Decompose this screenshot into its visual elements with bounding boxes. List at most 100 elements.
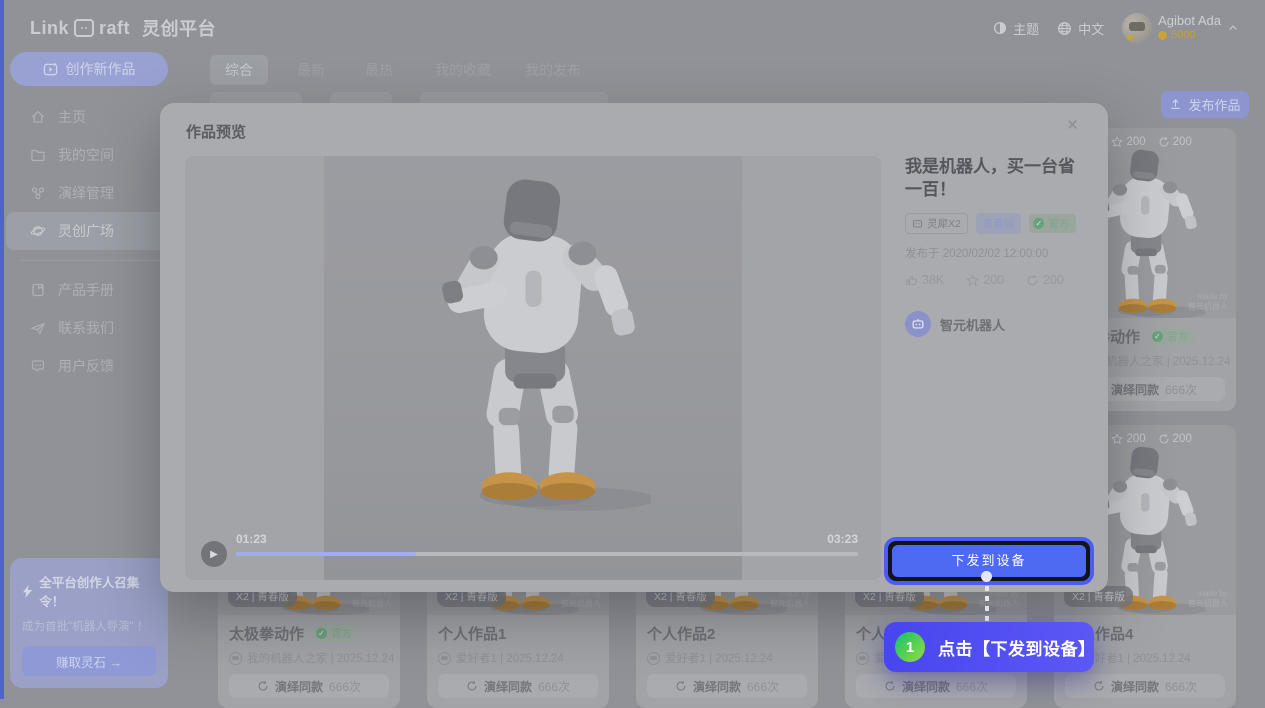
- work-title: 我是机器人，买一台省一百！: [905, 155, 1091, 201]
- card-body: 个人作品1 爱好者1 | 2025.12.24 演绎同款 666次: [427, 615, 609, 708]
- user-avatar: [1122, 13, 1152, 43]
- guide-tooltip: 1 点击【下发到设备】: [884, 622, 1094, 672]
- logo-zh: 灵创平台: [142, 15, 216, 41]
- author-avatar-icon: [438, 652, 451, 665]
- tab-my-published[interactable]: 我的发布: [518, 55, 588, 85]
- work-title: 个人作品2: [647, 623, 715, 644]
- work-author-line: 爱好者1 | 2025.12.24: [647, 650, 807, 666]
- app-header: LinkCraftLinkraft 灵创平台 主题 中文 Agibot Ada …: [4, 0, 1265, 56]
- close-icon[interactable]: ×: [1067, 115, 1078, 137]
- planet-icon: [30, 223, 46, 239]
- user-name: Agibot Ada: [1158, 13, 1221, 28]
- publish-work-button[interactable]: 发布作品: [1161, 91, 1249, 118]
- replay-icon: [1026, 274, 1039, 287]
- progress-fill: [236, 552, 416, 556]
- nodes-icon: [30, 185, 46, 201]
- replay-same-button[interactable]: 演绎同款 666次: [1065, 674, 1225, 698]
- watermark: made by智元机器人: [1188, 292, 1228, 312]
- watermark: made by智元机器人: [352, 589, 392, 609]
- folder-icon: [30, 147, 46, 163]
- progress-bar[interactable]: [236, 552, 858, 556]
- robot-tag-icon: [912, 218, 923, 229]
- modal-title: 作品预览: [186, 121, 246, 142]
- home-icon: [30, 109, 46, 125]
- tab-all[interactable]: 综合: [210, 55, 268, 85]
- sidebar-item-product-manual[interactable]: 产品手册: [6, 271, 168, 309]
- replay-same-button[interactable]: 演绎同款 666次: [856, 674, 1016, 698]
- sidebar-item-contact-us[interactable]: 联系我们: [6, 309, 168, 347]
- watermark: made by智元机器人: [561, 589, 601, 609]
- work-title: 太极拳动作: [229, 623, 304, 644]
- sidebar-item-home[interactable]: 主页: [6, 98, 168, 136]
- work-author-line: 爱好者1 | 2025.12.24: [438, 650, 598, 666]
- share-stat[interactable]: 200: [1026, 273, 1064, 287]
- official-badge: ✓官方: [312, 624, 360, 643]
- check-icon: ✓: [1033, 218, 1044, 229]
- sidebar-item-feedback[interactable]: 用户反馈: [6, 347, 168, 385]
- star-icon: [966, 274, 979, 287]
- replay-same-button[interactable]: 演绎同款 666次: [647, 674, 807, 698]
- sidebar: 创作新作品 主页 我的空间 演绎管理 灵创广场 产品手册 联系我们 用户反馈 全…: [4, 52, 176, 699]
- share-count: 200: [1158, 136, 1192, 148]
- sidebar-item-plaza[interactable]: 灵创广场: [6, 212, 168, 250]
- play-button[interactable]: ▶: [201, 541, 227, 567]
- coin-icon: [1158, 31, 1167, 40]
- guide-step-number: 1: [895, 632, 925, 662]
- edition-tag: 青春版: [976, 213, 1022, 234]
- author-row[interactable]: 智元机器人: [905, 311, 1091, 337]
- replay-same-button[interactable]: 演绎同款 666次: [229, 674, 389, 698]
- tab-newest[interactable]: 最新: [288, 55, 334, 85]
- theme-toggle[interactable]: 主题: [993, 19, 1039, 38]
- replay-icon: [1158, 433, 1170, 445]
- guide-connector-line: [985, 586, 989, 622]
- work-author-line: 我的机器人之家 | 2025.12.24: [229, 650, 389, 666]
- author-name: 智元机器人: [940, 315, 1005, 334]
- author-avatar: [905, 311, 931, 337]
- create-work-button[interactable]: 创作新作品: [10, 52, 168, 86]
- star-stat[interactable]: 200: [966, 273, 1004, 287]
- earn-gems-button[interactable]: 赚取灵石 →: [22, 646, 156, 676]
- sidebar-item-performance-management[interactable]: 演绎管理: [6, 174, 168, 212]
- logo-c-icon: [74, 19, 94, 37]
- guide-connector-dot: [981, 571, 992, 582]
- duration: 03:23: [827, 532, 858, 546]
- replay-icon: [466, 680, 478, 692]
- globe-icon: [1057, 21, 1072, 36]
- promo-subtitle: 成为首批"机器人导演" ！: [22, 618, 156, 634]
- book-icon: [30, 282, 46, 298]
- publish-date: 发布于 2020/02/02 12:00:00: [905, 245, 1091, 261]
- user-menu[interactable]: Agibot Ada 5000: [1122, 13, 1239, 43]
- author-avatar-icon: [229, 652, 242, 665]
- replay-icon: [675, 680, 687, 692]
- paper-plane-icon: [30, 320, 46, 336]
- like-icon: [905, 274, 918, 287]
- tab-my-favorites[interactable]: 我的收藏: [428, 55, 498, 85]
- replay-icon: [257, 680, 269, 692]
- guide-tooltip-text: 点击【下发到设备】: [938, 635, 1096, 660]
- video-frame: [324, 156, 742, 580]
- sidebar-divider: [20, 260, 160, 261]
- star-count: 200: [1111, 433, 1145, 445]
- author-avatar-icon: [647, 652, 660, 665]
- watermark: made by智元机器人: [770, 589, 810, 609]
- tab-hottest[interactable]: 最热: [356, 55, 402, 85]
- replay-icon: [1158, 136, 1170, 148]
- chevron-up-icon: [1227, 22, 1239, 34]
- share-count: 200: [1158, 433, 1192, 445]
- author-avatar-icon: [856, 652, 869, 665]
- check-icon: ✓: [316, 628, 327, 639]
- replay-icon: [1093, 680, 1105, 692]
- comment-icon: [30, 358, 46, 374]
- like-stat[interactable]: 38K: [905, 273, 944, 287]
- language-switcher[interactable]: 中文: [1057, 19, 1104, 38]
- card-body: 太极拳动作 ✓官方 我的机器人之家 | 2025.12.24 演绎同款 666次: [218, 615, 400, 708]
- work-info-panel: 我是机器人，买一台省一百！ 灵犀X2 青春版 ✓官方 发布于 2020/02/0…: [905, 155, 1091, 337]
- upload-icon: [1169, 98, 1182, 111]
- linkcraft-app: { "colors":{"accent":"#4D6BFE","spotligh…: [0, 0, 1265, 699]
- replay-same-button[interactable]: 演绎同款 666次: [438, 674, 598, 698]
- official-tag: ✓官方: [1029, 214, 1076, 233]
- sidebar-item-my-space[interactable]: 我的空间: [6, 136, 168, 174]
- current-time: 01:23: [236, 532, 267, 546]
- video-player: ▶ 01:23 03:23: [185, 156, 881, 580]
- logo-text: LinkCraftLink: [30, 18, 69, 39]
